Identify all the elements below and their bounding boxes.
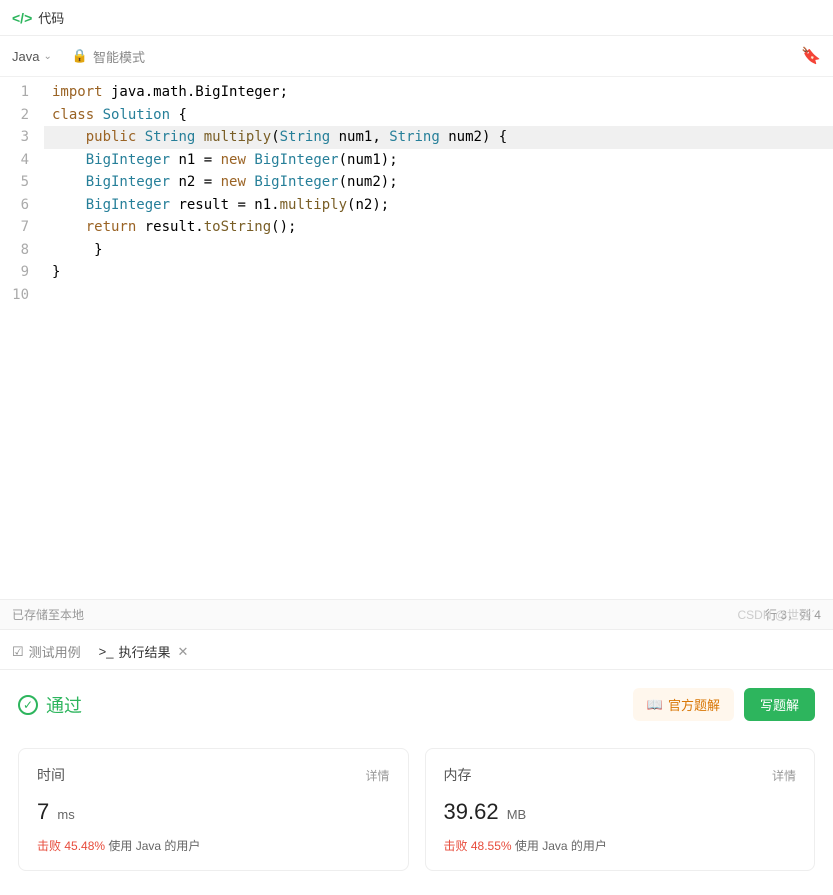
tab-results-label: 执行结果: [119, 642, 171, 661]
time-label: 时间: [37, 765, 65, 785]
time-unit: ms: [57, 807, 74, 822]
tab-testcase[interactable]: ☑ 测试用例: [12, 642, 81, 661]
header-title: 代码: [38, 8, 64, 27]
editor-header: </> 代码: [0, 0, 833, 36]
time-detail-link[interactable]: 详情: [365, 767, 389, 784]
language-selector[interactable]: Java ⌄: [12, 49, 52, 64]
official-solution-button[interactable]: 📖 官方题解: [633, 688, 734, 721]
editor-toolbar: Java ⌄ 🔒 智能模式 🔖: [0, 36, 833, 77]
memory-label: 内存: [444, 765, 472, 785]
code-icon: </>: [12, 10, 32, 26]
mode-text: 智能模式: [93, 47, 145, 66]
memory-value: 39.62 MB: [444, 799, 797, 825]
memory-card: 内存 详情 39.62 MB 击败 48.55% 使用 Java 的用户: [425, 748, 816, 871]
memory-beat: 击败 48.55% 使用 Java 的用户: [444, 837, 797, 854]
code-area[interactable]: import java.math.BigInteger;class Soluti…: [44, 77, 833, 310]
pass-status: ✓ 通过: [18, 692, 82, 718]
lock-icon: 🔒: [72, 48, 88, 64]
bookmark-icon[interactable]: 🔖: [801, 46, 821, 66]
result-tabs: ☑ 测试用例 >_ 执行结果 ✕: [0, 634, 833, 670]
checkbox-icon: ☑: [12, 644, 24, 660]
chevron-down-icon: ⌄: [43, 51, 51, 62]
time-beat: 击败 45.48% 使用 Java 的用户: [37, 837, 390, 854]
memory-unit: MB: [507, 807, 527, 822]
mode-label: 🔒 智能模式: [72, 47, 145, 66]
status-bar: 已存储至本地 行 3，列 4: [0, 599, 833, 630]
line-gutter: 12345678910: [0, 77, 44, 310]
pass-text: 通过: [46, 692, 82, 718]
card-header: 内存 详情: [444, 765, 797, 785]
result-header: ✓ 通过 📖 官方题解 写题解: [0, 674, 833, 735]
language-label: Java: [12, 49, 39, 64]
result-cards: 时间 详情 7 ms 击败 45.48% 使用 Java 的用户 内存 详情 3…: [0, 748, 833, 895]
memory-suffix: 使用 Java 的用户: [515, 839, 607, 853]
time-card: 时间 详情 7 ms 击败 45.48% 使用 Java 的用户: [18, 748, 409, 871]
beat-prefix: 击败: [444, 839, 468, 853]
time-number: 7: [37, 799, 49, 824]
time-value: 7 ms: [37, 799, 390, 825]
terminal-icon: >_: [99, 644, 114, 659]
result-buttons: 📖 官方题解 写题解: [633, 688, 815, 721]
memory-pct: 48.55%: [471, 839, 512, 853]
code-editor[interactable]: 12345678910 import java.math.BigInteger;…: [0, 77, 833, 310]
watermark: CSDN @世俗ˊ: [737, 606, 815, 623]
tab-testcase-label: 测试用例: [29, 642, 81, 661]
tab-results[interactable]: >_ 执行结果 ✕: [99, 642, 189, 661]
time-pct: 45.48%: [64, 839, 105, 853]
memory-number: 39.62: [444, 799, 499, 824]
close-icon[interactable]: ✕: [178, 644, 189, 660]
card-header: 时间 详情: [37, 765, 390, 785]
official-label: 官方题解: [668, 695, 720, 714]
check-icon: ✓: [18, 695, 38, 715]
memory-detail-link[interactable]: 详情: [772, 767, 796, 784]
beat-prefix: 击败: [37, 839, 61, 853]
write-solution-button[interactable]: 写题解: [744, 688, 815, 721]
saved-status: 已存储至本地: [12, 606, 84, 623]
time-suffix: 使用 Java 的用户: [108, 839, 200, 853]
book-icon: 📖: [647, 697, 663, 713]
toolbar-left: Java ⌄ 🔒 智能模式: [12, 47, 145, 66]
